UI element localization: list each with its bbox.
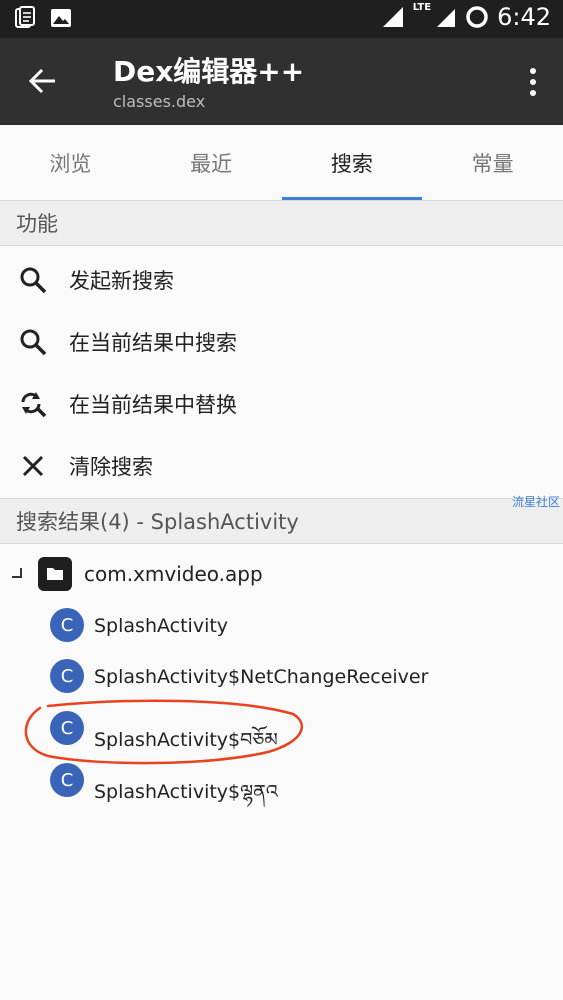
tree-expander-icon[interactable] — [12, 568, 22, 578]
replace-in-results-label: 在当前结果中替换 — [69, 393, 237, 417]
clock: 6:42 — [497, 3, 551, 31]
search-replace-icon — [21, 392, 47, 418]
clear-search-label: 清除搜索 — [69, 455, 153, 479]
class-item[interactable]: C SplashActivity$NetChangeReceiver — [0, 651, 563, 703]
more-vert-icon[interactable] — [527, 66, 539, 98]
package-name: com.xmvideo.app — [84, 562, 263, 586]
class-name: SplashActivity$NetChangeReceiver — [94, 666, 429, 688]
class-icon: C — [50, 608, 84, 642]
package-node[interactable]: com.xmvideo.app — [0, 548, 563, 600]
folder-icon — [38, 557, 72, 591]
signal-icon — [437, 9, 456, 27]
tab-recent[interactable]: 最近 — [141, 125, 282, 200]
search-in-results-item[interactable]: 在当前结果中搜索 — [0, 311, 563, 373]
watermark: 流星社区 — [512, 495, 561, 509]
class-item[interactable]: C SplashActivity$ལྷནའ — [0, 755, 563, 807]
replace-in-results-item[interactable]: 在当前结果中替换 — [0, 373, 563, 435]
class-item[interactable]: C SplashActivity — [0, 600, 563, 652]
new-search-item[interactable]: 发起新搜索 — [0, 249, 563, 311]
functions-header: 功能 — [0, 200, 563, 246]
search-icon — [20, 329, 47, 356]
battery-icon — [466, 6, 488, 28]
class-name: SplashActivity$ལྷནའ — [94, 781, 278, 803]
class-name: SplashActivity — [94, 615, 229, 637]
tab-constants[interactable]: 常量 — [422, 125, 563, 200]
network-type: LTE — [412, 1, 432, 13]
results-header: 搜索结果(4) - SplashActivity — [0, 498, 563, 544]
signal-icon — [382, 7, 403, 27]
class-icon: C — [50, 659, 84, 693]
class-item[interactable]: C SplashActivity$བཅོམ — [0, 703, 563, 755]
tab-browse[interactable]: 浏览 — [0, 125, 141, 200]
app-title: Dex编辑器++ — [113, 55, 305, 88]
close-icon — [22, 455, 44, 477]
tab-search[interactable]: 搜索 — [281, 125, 423, 200]
clear-search-item[interactable]: 清除搜索 — [0, 435, 563, 497]
tab-bar: 浏览 最近 搜索 常量 — [0, 125, 563, 200]
document-notification-icon — [15, 6, 35, 28]
app-bar: Dex编辑器++ classes.dex — [0, 38, 563, 125]
status-bar: LTE 6:42 — [0, 0, 563, 38]
app-subtitle: classes.dex — [113, 92, 206, 111]
class-icon: C — [50, 763, 84, 797]
search-icon — [20, 267, 47, 294]
class-icon: C — [50, 711, 84, 745]
search-in-results-label: 在当前结果中搜索 — [69, 331, 237, 355]
back-arrow-icon[interactable] — [26, 64, 60, 98]
new-search-label: 发起新搜索 — [69, 269, 174, 293]
image-notification-icon — [51, 9, 71, 27]
